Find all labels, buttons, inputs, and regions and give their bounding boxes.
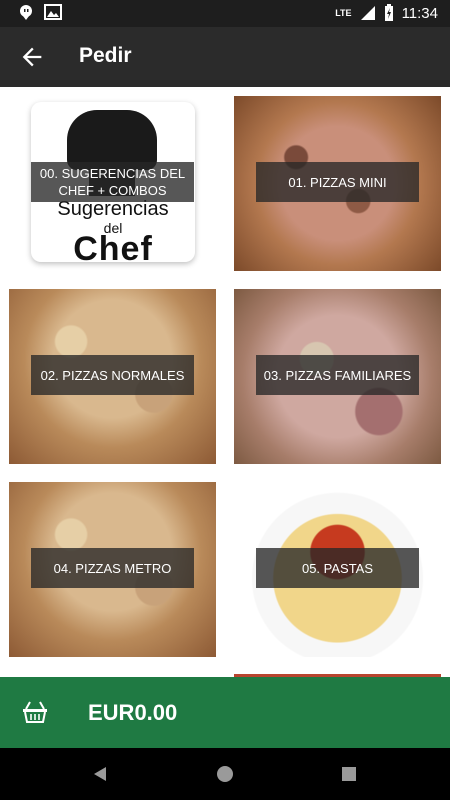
app-bar: Pedir (0, 27, 450, 87)
category-label: 02. PIZZAS NORMALES (31, 355, 194, 395)
category-label: 00. SUGERENCIAS DEL CHEF + COMBOS (31, 162, 194, 202)
back-arrow-icon[interactable] (18, 43, 46, 71)
category-tile-pizzas-familiares[interactable]: 03. PIZZAS FAMILIARES (234, 289, 441, 464)
cart-bar[interactable]: EUR0.00 (0, 677, 450, 748)
category-label: 03. PIZZAS FAMILIARES (256, 355, 419, 395)
status-time: 11:34 (401, 4, 438, 22)
category-label: 01. PIZZAS MINI (256, 162, 419, 202)
category-label: 05. PASTAS (256, 548, 419, 588)
network-type: LTE (335, 8, 352, 18)
home-nav-icon[interactable] (213, 762, 237, 786)
category-tile-pizzas-mini[interactable]: 01. PIZZAS MINI (234, 96, 441, 271)
chef-hat-icon (67, 110, 157, 196)
navigation-bar (0, 748, 450, 800)
page-title: Pedir (79, 44, 132, 67)
category-label: 04. PIZZAS METRO (31, 548, 194, 588)
status-bar: LTE 11:34 (0, 0, 450, 27)
category-tile-pastas[interactable]: 05. PASTAS (234, 482, 441, 657)
category-tile-pizzas-normales[interactable]: 02. PIZZAS NORMALES (9, 289, 216, 464)
back-nav-icon[interactable] (88, 762, 112, 786)
logo-text-line3: Chef (73, 230, 153, 268)
category-grid: Sugerencias del Chef 00. SUGERENCIAS DEL… (0, 87, 450, 677)
recents-nav-icon[interactable] (337, 762, 361, 786)
category-tile-chef[interactable]: Sugerencias del Chef 00. SUGERENCIAS DEL… (9, 96, 216, 271)
basket-icon (23, 701, 47, 723)
signal-icon (360, 6, 375, 20)
cart-total: EUR0.00 (88, 700, 178, 725)
notification-icon (20, 5, 32, 20)
image-icon (44, 4, 62, 20)
battery-icon (384, 4, 393, 21)
category-tile-pizzas-metro[interactable]: 04. PIZZAS METRO (9, 482, 216, 657)
